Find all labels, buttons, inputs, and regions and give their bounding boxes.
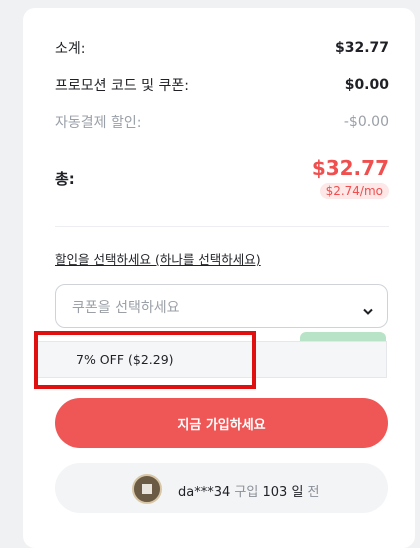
social-proof-unit: 일 — [291, 485, 304, 500]
social-proof-action: 구입 — [234, 485, 259, 500]
total-row: 총: — [55, 168, 75, 189]
divider — [55, 226, 389, 227]
promo-row: 프로모션 코드 및 쿠폰: $0.00 — [55, 75, 389, 95]
autopay-label: 자동결제 할인: — [55, 115, 142, 131]
subtotal-row: 소계: $32.77 — [55, 38, 389, 58]
autopay-row: 자동결제 할인: -$0.00 — [55, 112, 389, 132]
chevron-down-icon — [363, 301, 373, 320]
per-month-badge: $2.74/mo — [319, 183, 389, 199]
social-proof-user: da***34 — [178, 485, 231, 500]
promo-label: 프로모션 코드 및 쿠폰: — [55, 78, 189, 94]
autopay-value: -$0.00 — [343, 114, 389, 130]
promo-value: $0.00 — [344, 77, 389, 93]
signup-button[interactable]: 지금 가입하세요 — [55, 398, 388, 448]
social-proof-suffix: 전 — [307, 485, 320, 500]
coupon-select-placeholder: 쿠폰을 선택하세요 — [72, 300, 180, 316]
highlight-box — [34, 331, 256, 389]
social-proof-text: da***34 구입 103 일 전 — [178, 481, 320, 500]
coupon-select[interactable]: 쿠폰을 선택하세요 — [55, 284, 388, 328]
discount-label: 할인을 선택하세요 (하나를 선택하세요) — [55, 252, 261, 267]
avatar — [132, 474, 162, 504]
social-proof-number: 103 — [262, 485, 288, 500]
total-label: 총: — [55, 170, 75, 188]
total-value: $32.77 — [311, 156, 389, 180]
subtotal-label: 소계: — [55, 41, 86, 57]
subtotal-value: $32.77 — [334, 40, 389, 56]
